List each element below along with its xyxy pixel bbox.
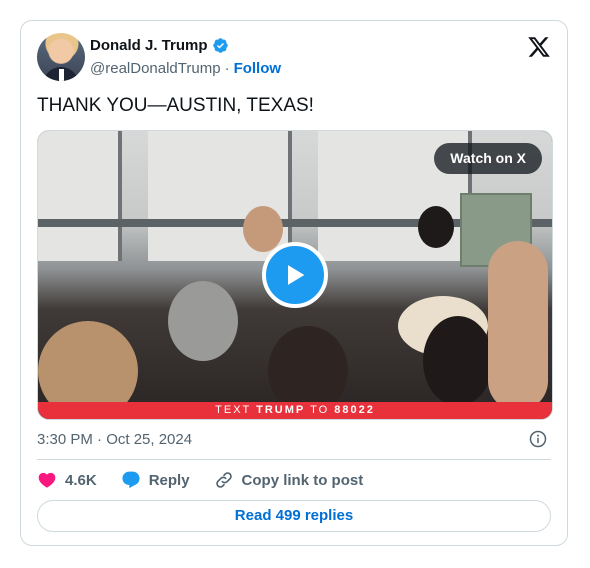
play-icon xyxy=(288,265,305,285)
reply-label: Reply xyxy=(148,471,190,489)
reply-bubble-icon xyxy=(122,471,140,489)
banner-number: 88022 xyxy=(334,404,375,416)
like-count: 4.6K xyxy=(65,471,97,489)
author-name-row: Donald J. Trump xyxy=(90,37,229,54)
play-button[interactable] xyxy=(262,242,328,308)
read-replies-button[interactable]: Read 499 replies xyxy=(37,500,551,532)
wall-panel xyxy=(38,131,122,261)
copy-link-button[interactable]: Copy link to post xyxy=(214,470,364,490)
action-bar: 4.6K Reply Copy link to post xyxy=(37,470,387,490)
divider xyxy=(37,459,551,460)
heart-icon xyxy=(38,472,56,488)
author-handle[interactable]: @realDonaldTrump xyxy=(90,60,221,77)
separator-dot: · xyxy=(224,60,230,77)
author-avatar[interactable] xyxy=(37,33,85,81)
author-name[interactable]: Donald J. Trump xyxy=(90,37,208,54)
crowd-figure xyxy=(168,281,238,361)
banner-keyword: TRUMP xyxy=(256,404,306,416)
post-text: THANK YOU—AUSTIN, TEXAS! xyxy=(37,95,314,116)
avatar-shirt xyxy=(59,69,64,81)
banner-prefix: TEXT xyxy=(215,404,252,416)
banner-middle: TO xyxy=(310,404,330,416)
crowd-figure xyxy=(423,316,493,406)
follow-link[interactable]: Follow xyxy=(234,60,282,77)
video-player[interactable]: Watch on X TEXT TRUMP TO 88022 xyxy=(37,130,553,420)
verified-badge-icon xyxy=(212,38,228,53)
author-handle-row: @realDonaldTrump · Follow xyxy=(90,60,281,77)
crowd-figure xyxy=(243,206,283,252)
crowd-figure xyxy=(488,241,548,411)
embedded-post-card[interactable]: Donald J. Trump @realDonaldTrump · Follo… xyxy=(20,20,568,546)
watch-on-x-button[interactable]: Watch on X xyxy=(434,143,542,174)
copy-link-label: Copy link to post xyxy=(241,471,364,489)
info-icon[interactable] xyxy=(529,430,547,448)
like-button[interactable]: 4.6K xyxy=(37,470,97,490)
crowd-figure xyxy=(418,206,454,248)
post-timestamp[interactable]: 3:30 PM · Oct 25, 2024 xyxy=(37,431,192,448)
link-icon xyxy=(215,472,232,488)
x-logo-icon[interactable] xyxy=(527,35,551,59)
video-banner: TEXT TRUMP TO 88022 xyxy=(38,402,552,419)
reply-button[interactable]: Reply xyxy=(121,470,190,490)
